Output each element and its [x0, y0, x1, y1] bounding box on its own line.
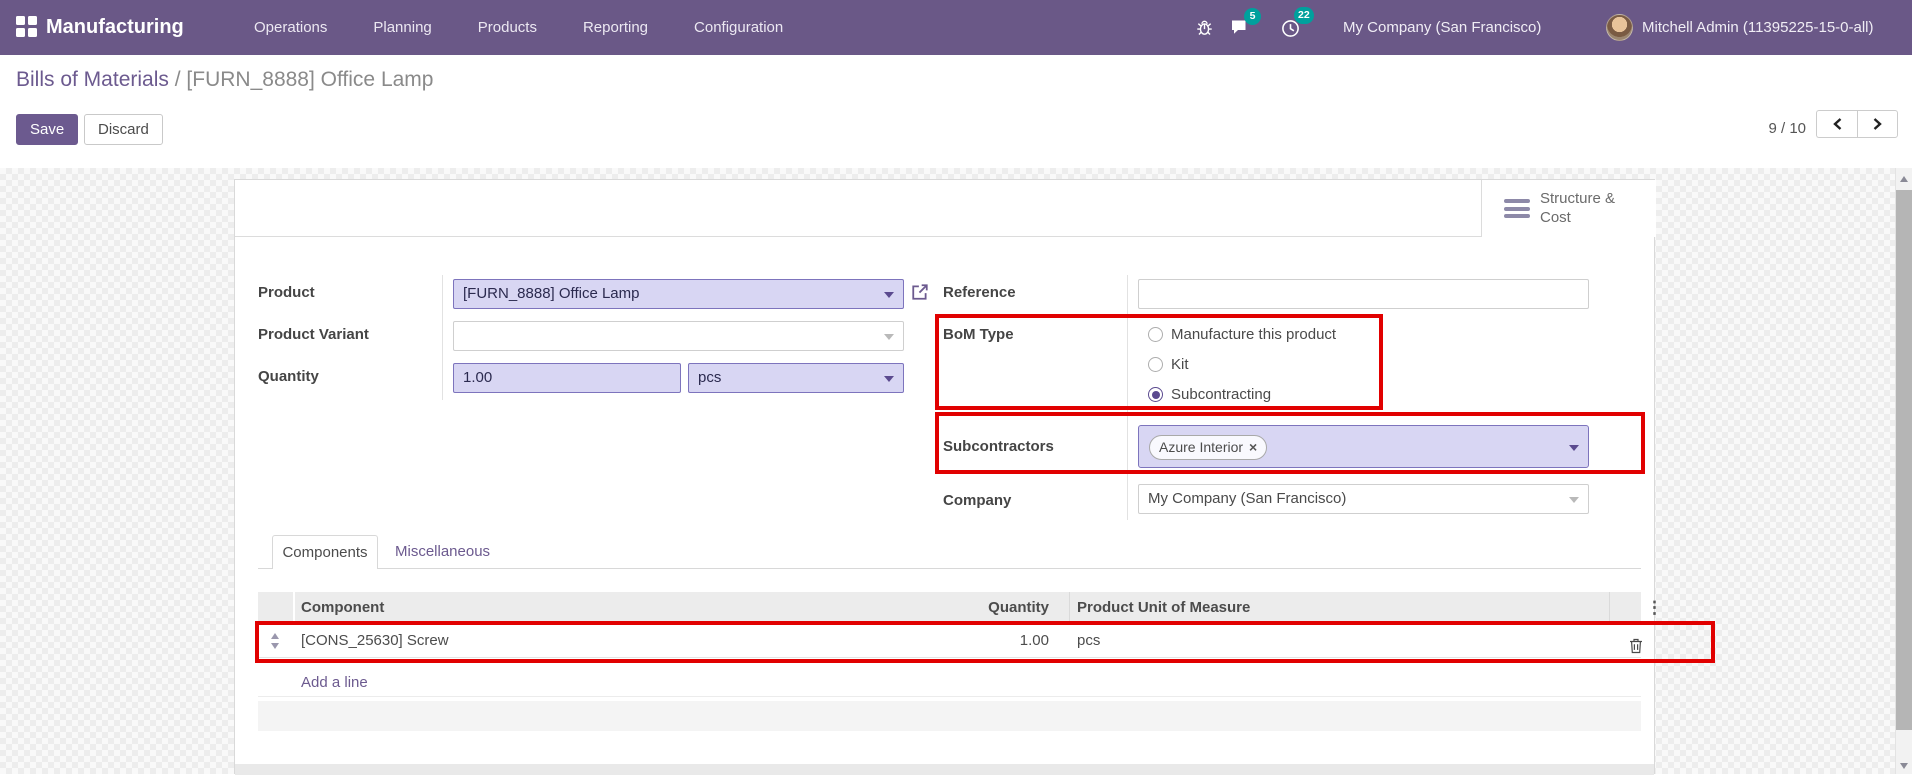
scroll-down-icon[interactable]: [1900, 763, 1908, 769]
column-quantity[interactable]: Quantity: [858, 592, 1049, 624]
breadcrumb: Bills of Materials / [FURN_8888] Office …: [16, 68, 433, 92]
structure-cost-icon: [1504, 199, 1530, 222]
quantity-label: Quantity: [258, 368, 319, 385]
product-field[interactable]: [FURN_8888] Office Lamp: [453, 279, 904, 309]
bom-type-option-kit[interactable]: Kit: [1148, 356, 1189, 373]
quantity-uom-select[interactable]: pcs: [688, 363, 904, 393]
drag-handle-icon[interactable]: [270, 632, 281, 650]
reference-input[interactable]: [1138, 279, 1589, 309]
vertical-scrollbar[interactable]: [1895, 168, 1912, 774]
breadcrumb-parent-link[interactable]: Bills of Materials: [16, 68, 169, 91]
menu-operations[interactable]: Operations: [254, 19, 327, 36]
column-component[interactable]: Component: [301, 592, 384, 624]
pager-next-button[interactable]: [1857, 110, 1898, 138]
apps-grid-icon[interactable]: [16, 16, 38, 38]
add-a-line-link[interactable]: Add a line: [301, 674, 368, 691]
radio-unselected-icon[interactable]: [1148, 327, 1163, 342]
tab-components[interactable]: Components: [272, 535, 378, 569]
tab-miscellaneous[interactable]: Miscellaneous: [395, 543, 490, 560]
right-group-separator: [1127, 275, 1128, 520]
table-header: Component Quantity Product Unit of Measu…: [258, 592, 1663, 624]
bom-type-option-manufacture[interactable]: Manufacture this product: [1148, 326, 1336, 343]
table-row[interactable]: [CONS_25630] Screw 1.00 pcs: [258, 624, 1642, 658]
company-label: Company: [943, 492, 1012, 509]
top-navbar: Manufacturing Operations Planning Produc…: [0, 0, 1912, 55]
bom-type-label: BoM Type: [943, 326, 1014, 343]
button-box-row: [235, 180, 1654, 237]
column-uom[interactable]: Product Unit of Measure: [1077, 592, 1250, 624]
table-row-divider: [258, 696, 1641, 697]
cell-quantity[interactable]: 1.00: [858, 624, 1049, 657]
pager-counter: 9 / 10: [1768, 120, 1806, 137]
empty-zebra-row: [258, 701, 1641, 731]
chevron-down-icon[interactable]: [1569, 497, 1579, 503]
chevron-left-icon: [1832, 118, 1841, 130]
chevron-down-icon[interactable]: [884, 292, 894, 298]
notebook-divider: [258, 568, 1641, 569]
chevron-right-icon: [1873, 118, 1882, 130]
cell-component[interactable]: [CONS_25630] Screw: [301, 624, 449, 657]
discard-button[interactable]: Discard: [84, 114, 163, 145]
subcontractor-tag[interactable]: Azure Interior ×: [1149, 435, 1268, 460]
content-area: Structure & Cost Product [FURN_8888] Off…: [0, 168, 1912, 775]
optional-columns-icon[interactable]: ⋮: [1646, 592, 1663, 624]
product-variant-label: Product Variant: [258, 326, 369, 343]
activities-badge: 22: [1294, 7, 1314, 24]
company-field[interactable]: My Company (San Francisco): [1138, 484, 1589, 514]
cell-uom[interactable]: pcs: [1077, 624, 1100, 657]
pager: [1816, 110, 1898, 138]
breadcrumb-current: [FURN_8888] Office Lamp: [186, 68, 434, 91]
company-switcher[interactable]: My Company (San Francisco): [1343, 0, 1541, 55]
open-record-external-link-icon[interactable]: [911, 283, 929, 306]
chevron-down-icon[interactable]: [1569, 445, 1579, 451]
quantity-input[interactable]: 1.00: [453, 363, 681, 393]
reference-label: Reference: [943, 284, 1016, 301]
save-button[interactable]: Save: [16, 114, 79, 145]
user-menu[interactable]: Mitchell Admin (11395225-15-0-all): [1642, 0, 1874, 55]
sheet-footer-strip: [235, 764, 1654, 775]
subcontractors-field[interactable]: Azure Interior ×: [1138, 425, 1589, 468]
product-label: Product: [258, 284, 315, 301]
menu-reporting[interactable]: Reporting: [583, 19, 648, 36]
main-menu: Operations Planning Products Reporting C…: [254, 0, 783, 55]
menu-planning[interactable]: Planning: [373, 19, 431, 36]
debug-bug-icon[interactable]: [1196, 19, 1213, 41]
messages-badge: 5: [1244, 8, 1261, 25]
scrollbar-thumb[interactable]: [1896, 190, 1912, 730]
left-group-separator: [442, 275, 443, 400]
menu-configuration[interactable]: Configuration: [694, 19, 783, 36]
remove-tag-icon[interactable]: ×: [1249, 439, 1257, 455]
product-variant-field[interactable]: [453, 321, 904, 351]
breadcrumb-separator: /: [174, 68, 181, 91]
radio-selected-icon[interactable]: [1148, 387, 1163, 402]
radio-unselected-icon[interactable]: [1148, 357, 1163, 372]
pager-previous-button[interactable]: [1816, 110, 1857, 138]
control-panel: Bills of Materials / [FURN_8888] Office …: [0, 55, 1912, 168]
chevron-down-icon[interactable]: [884, 334, 894, 340]
subcontractors-label: Subcontractors: [943, 438, 1054, 455]
user-avatar[interactable]: [1606, 14, 1633, 41]
bom-type-option-subcontracting[interactable]: Subcontracting: [1148, 386, 1271, 403]
form-sheet: Structure & Cost Product [FURN_8888] Off…: [234, 179, 1715, 775]
app-title[interactable]: Manufacturing: [46, 0, 184, 55]
structure-cost-button[interactable]: Structure & Cost: [1481, 180, 1656, 237]
chevron-down-icon[interactable]: [884, 376, 894, 382]
menu-products[interactable]: Products: [478, 19, 537, 36]
structure-cost-label: Structure & Cost: [1540, 190, 1616, 226]
delete-row-icon[interactable]: [1629, 633, 1643, 666]
scroll-up-icon[interactable]: [1900, 176, 1908, 182]
